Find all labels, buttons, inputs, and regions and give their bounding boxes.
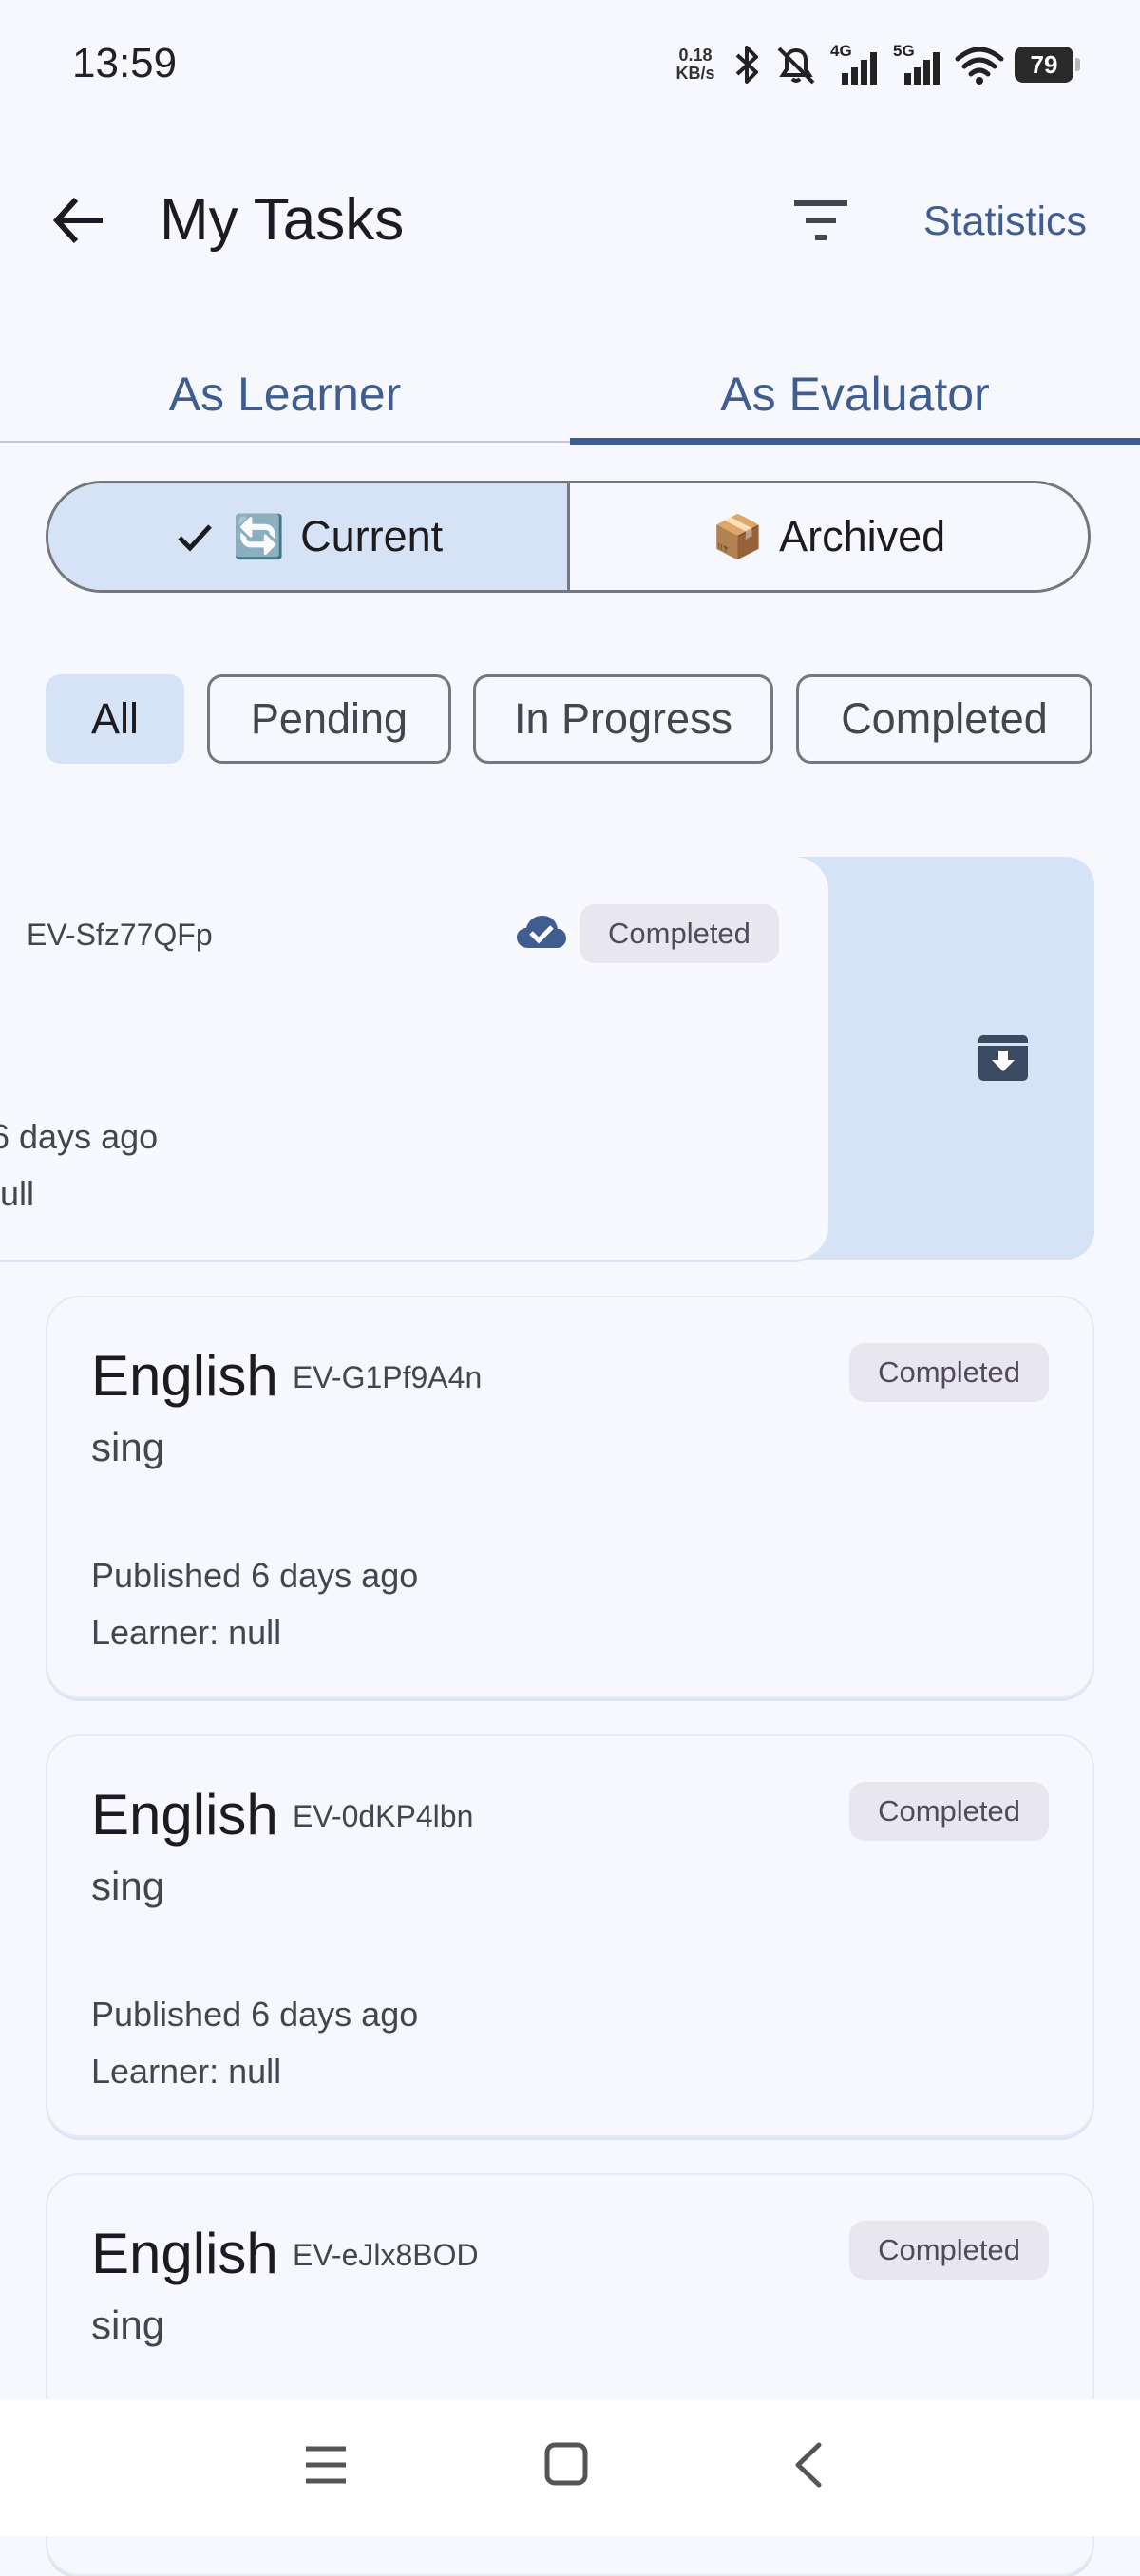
back-nav-icon[interactable] xyxy=(788,2441,826,2489)
page-title: My Tasks xyxy=(160,187,405,253)
task-card[interactable]: English EV-0dKP4lbn Completed sing Publi… xyxy=(46,1734,1094,2137)
status-badge: Completed xyxy=(580,904,779,963)
learner-label: Learner: null xyxy=(91,2052,282,2091)
segment-current[interactable]: 🔄 Current xyxy=(48,483,570,590)
status-badge: Completed xyxy=(849,1343,1049,1402)
status-bar: 13:59 0.18 KB/s 4G 5G 79 xyxy=(0,0,1140,133)
tab-as-evaluator[interactable]: As Evaluator xyxy=(570,342,1140,446)
chip-completed[interactable]: Completed xyxy=(796,674,1092,764)
svg-text:5G: 5G xyxy=(893,42,915,60)
mute-icon xyxy=(777,47,815,85)
network-speed: 0.18 KB/s xyxy=(675,46,715,83)
wifi-icon xyxy=(955,47,1004,85)
task-id: EV-eJlx8BOD xyxy=(293,2238,479,2272)
chip-pending[interactable]: Pending xyxy=(207,674,451,764)
task-card-swiped[interactable]: EV-Sfz77QFp Completed 6 days ago ull xyxy=(0,857,828,1260)
tab-indicator xyxy=(570,438,1140,445)
task-id: EV-Sfz77QFp xyxy=(27,918,213,952)
task-prompt: sing xyxy=(91,1864,165,1908)
segment-archived-label: Archived xyxy=(779,512,946,560)
back-arrow-icon[interactable] xyxy=(46,186,114,255)
published-date: Published 6 days ago xyxy=(91,1556,419,1595)
task-card[interactable]: English EV-G1Pf9A4n Completed sing Publi… xyxy=(46,1296,1094,1698)
published-date: 6 days ago xyxy=(0,1117,159,1156)
check-icon xyxy=(178,524,213,552)
signal-4g-icon: 4G xyxy=(830,42,877,85)
published-date: Published 6 days ago xyxy=(91,1995,419,2034)
cloud-done-icon xyxy=(517,916,566,948)
task-language: English xyxy=(91,1344,278,1408)
status-icons: 0.18 KB/s 4G 5G 79 xyxy=(671,38,1080,91)
chip-in-progress[interactable]: In Progress xyxy=(473,674,773,764)
learner-label: Learner: null xyxy=(91,1613,282,1652)
learner-label: ull xyxy=(0,1174,35,1213)
battery-icon: 79 xyxy=(1015,47,1080,83)
system-nav-bar xyxy=(0,2399,1140,2536)
refresh-icon: 🔄 xyxy=(233,514,286,560)
task-language: English xyxy=(91,1783,278,1847)
chip-all[interactable]: All xyxy=(46,674,184,764)
status-badge: Completed xyxy=(849,1782,1049,1841)
task-id: EV-G1Pf9A4n xyxy=(293,1360,483,1394)
svg-text:4G: 4G xyxy=(830,42,852,60)
status-time: 13:59 xyxy=(72,40,178,86)
filter-icon[interactable] xyxy=(787,190,855,251)
current-archived-toggle: 🔄 Current 📦 Archived xyxy=(46,481,1091,593)
task-prompt: sing xyxy=(91,2302,165,2347)
status-badge: Completed xyxy=(849,2221,1049,2280)
bluetooth-icon xyxy=(735,46,758,84)
segment-current-label: Current xyxy=(300,512,444,560)
statistics-button[interactable]: Statistics xyxy=(923,198,1087,245)
task-prompt: sing xyxy=(91,1425,165,1469)
home-icon[interactable] xyxy=(543,2441,589,2487)
tab-as-learner[interactable]: As Learner xyxy=(0,342,570,446)
task-id: EV-0dKP4lbn xyxy=(293,1799,474,1833)
task-language: English xyxy=(91,2222,278,2285)
package-icon: 📦 xyxy=(712,514,765,560)
archive-icon[interactable] xyxy=(977,1032,1030,1085)
menu-icon[interactable] xyxy=(302,2443,350,2487)
segment-archived[interactable]: 📦 Archived xyxy=(570,483,1089,590)
signal-5g-icon: 5G xyxy=(893,42,940,85)
